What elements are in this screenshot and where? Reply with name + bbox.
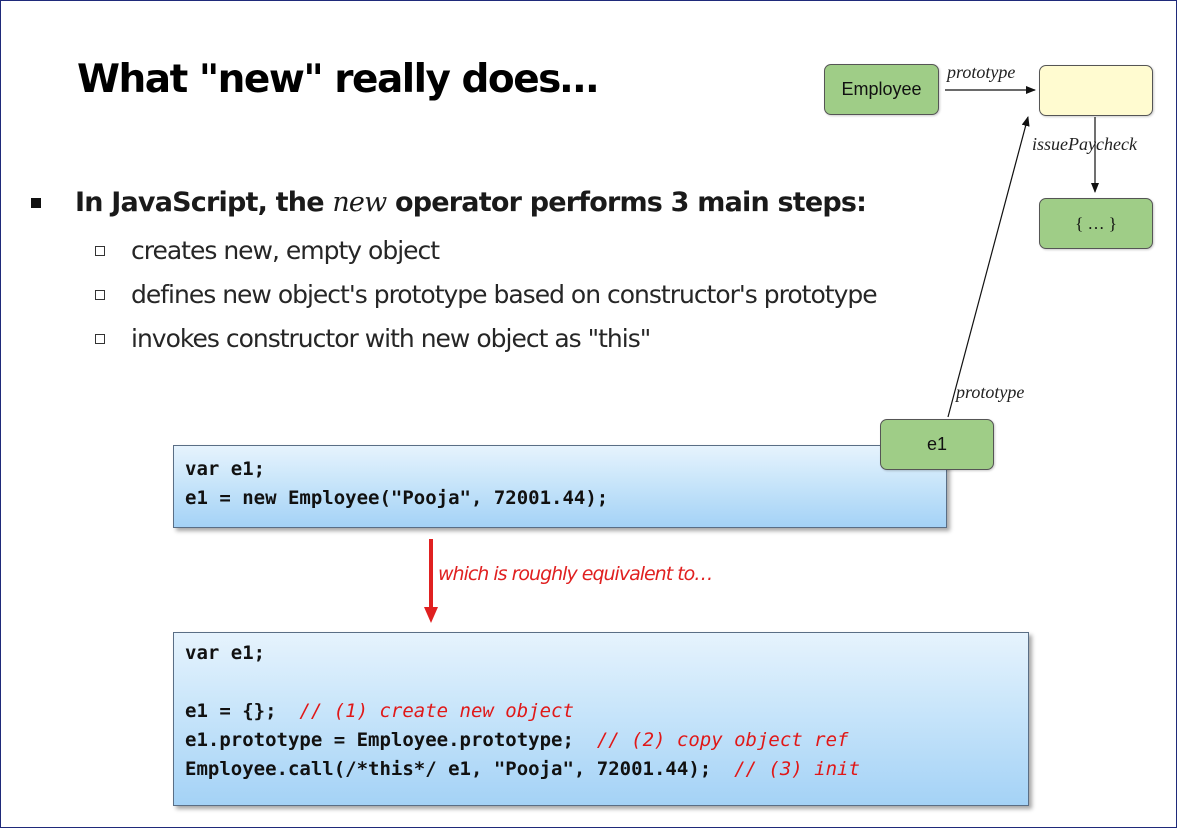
code-line: Employee.call(/*this*/ e1, "Pooja", 7200… bbox=[185, 758, 860, 780]
code-line: var e1; bbox=[185, 458, 266, 480]
code-line: e1 = {}; // (1) create new object bbox=[185, 700, 574, 722]
e1-node: e1 bbox=[880, 419, 994, 470]
code-comment: // (3) init bbox=[734, 758, 860, 780]
code-comment: // (1) create new object bbox=[299, 700, 574, 722]
code-line: var e1; bbox=[185, 642, 266, 664]
code-block-equivalent: var e1; e1 = {}; // (1) create new objec… bbox=[173, 632, 1029, 806]
prototype-label-side: prototype bbox=[956, 382, 1025, 402]
code-line: e1 = new Employee("Pooja", 72001.44); bbox=[185, 487, 609, 509]
employee-node: Employee bbox=[824, 64, 939, 115]
equivalence-annotation: which is roughly equivalent to… bbox=[438, 563, 713, 585]
function-body-node: { … } bbox=[1039, 198, 1153, 249]
prototype-label-top: prototype bbox=[947, 62, 1016, 82]
issue-paycheck-label: issuePaycheck bbox=[1032, 134, 1137, 154]
code-line: e1.prototype = Employee.prototype; // (2… bbox=[185, 729, 849, 751]
code-block-new: var e1; e1 = new Employee("Pooja", 72001… bbox=[173, 445, 947, 528]
prototype-object-node bbox=[1039, 65, 1153, 116]
slide: What "new" really does… In JavaScript, t… bbox=[0, 0, 1177, 828]
code-comment: // (2) copy object ref bbox=[596, 729, 849, 751]
e1-prototype-arrow bbox=[947, 116, 1030, 418]
